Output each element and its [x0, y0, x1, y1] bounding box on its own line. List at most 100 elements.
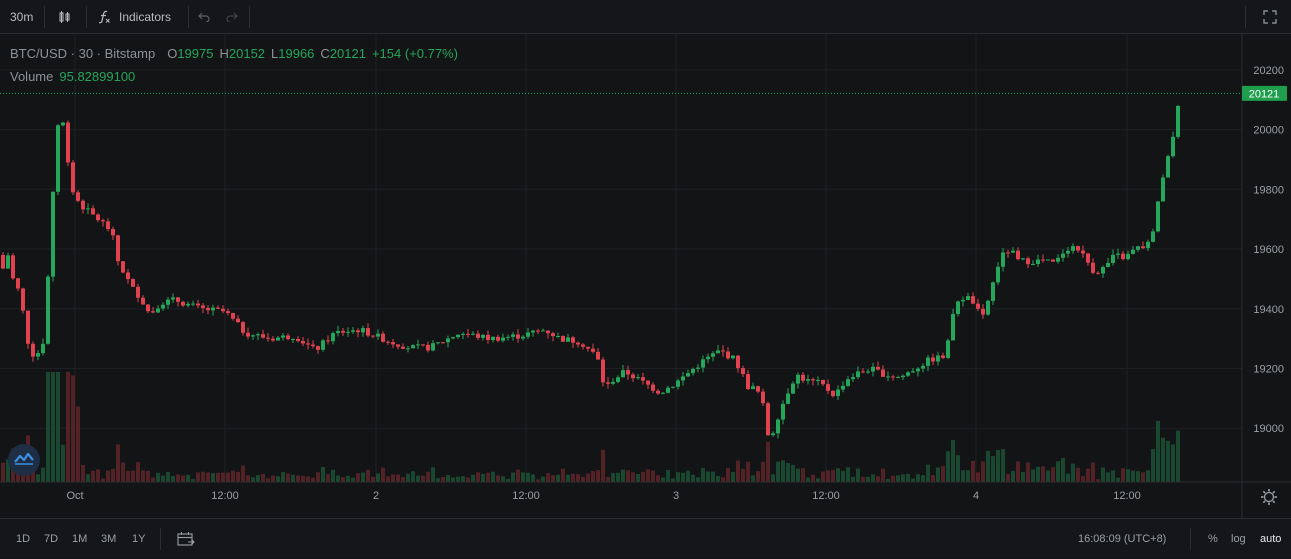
symbol-title[interactable]: BTC/USD · 30 · Bitstamp	[10, 46, 155, 61]
candle-body	[641, 377, 645, 381]
volume-bar	[476, 472, 480, 482]
candle-body	[936, 355, 940, 362]
tradingview-logo-button[interactable]	[8, 444, 40, 476]
candle-body	[876, 366, 880, 370]
candle-body	[386, 341, 390, 343]
range-1y-button[interactable]: 1Y	[132, 519, 145, 559]
candle-body	[671, 386, 675, 388]
volume-bar	[326, 474, 330, 482]
candle-body	[751, 386, 755, 390]
candle-body	[696, 367, 700, 369]
price-axis: 20200 20000 19800 19600 19400 19200 19000	[1253, 65, 1284, 435]
volume-bar	[516, 469, 520, 482]
range-7d-button[interactable]: 7D	[44, 519, 58, 559]
volume-bar	[451, 477, 455, 482]
candle-body	[181, 301, 185, 306]
candle-body	[811, 379, 815, 381]
clock-button[interactable]: 16:08:09 (UTC+8)	[1078, 519, 1166, 559]
volume-bar	[656, 475, 660, 482]
volume-bar	[161, 475, 165, 482]
volume-bar	[531, 474, 535, 482]
chart-type-button[interactable]	[58, 0, 72, 34]
volume-bar	[576, 474, 580, 482]
candle-body	[736, 355, 740, 369]
volume-label[interactable]: Volume	[10, 69, 53, 84]
candle-body	[881, 369, 885, 377]
candle-body	[406, 348, 410, 350]
candle-body	[31, 343, 35, 357]
candle-body	[526, 332, 530, 337]
volume-bar	[101, 478, 105, 482]
volume-bar	[401, 477, 405, 482]
range-3m-button[interactable]: 3M	[101, 519, 116, 559]
volume-bar	[91, 470, 95, 482]
volume-bar	[901, 474, 905, 482]
volume-bar	[751, 475, 755, 482]
candle-body	[471, 333, 475, 335]
candle-body	[891, 376, 895, 378]
candle-body	[126, 272, 130, 280]
range-1m-button[interactable]: 1M	[72, 519, 87, 559]
candle-body	[431, 343, 435, 351]
volume-bar	[296, 475, 300, 482]
candle-body	[791, 383, 795, 394]
candle-body	[1046, 259, 1050, 261]
interval-button[interactable]: 30m	[10, 0, 33, 34]
volume-bar	[176, 474, 180, 482]
volume-bar	[1081, 476, 1085, 482]
percent-label: %	[1208, 533, 1218, 545]
range-1d-button[interactable]: 1D	[16, 519, 30, 559]
time-tick-label: 4	[973, 490, 979, 502]
date-range-button[interactable]	[177, 519, 195, 559]
volume-bar	[631, 472, 635, 482]
last-price-label: 20121	[1249, 88, 1280, 100]
candle-body	[861, 371, 865, 373]
candle-body	[96, 214, 100, 221]
volume-bar	[806, 477, 810, 482]
volume-bar	[216, 472, 220, 482]
volume-bar	[281, 472, 285, 482]
volume-bar	[446, 474, 450, 482]
redo-button[interactable]	[226, 0, 238, 34]
toolbar-divider	[86, 6, 87, 28]
high-value: 20152	[228, 46, 266, 61]
candle-body	[71, 162, 75, 193]
candle-body	[841, 385, 845, 390]
volume-bar	[1176, 430, 1180, 482]
volume-bar	[291, 474, 295, 482]
candle-body	[941, 355, 945, 358]
volume-bar	[56, 372, 60, 482]
low-value: 19966	[278, 46, 315, 61]
volume-bar	[1001, 449, 1005, 482]
candle-body	[36, 353, 40, 357]
volume-bar	[301, 475, 305, 482]
price-chart[interactable]: 20200 20000 19800 19600 19400 19200 19000 Oct 1…	[0, 34, 1291, 518]
candle-body	[326, 340, 330, 342]
undo-button[interactable]	[198, 0, 210, 34]
candle-body	[456, 334, 460, 338]
log-scale-button[interactable]: log	[1231, 519, 1246, 559]
indicators-button[interactable]: Indicators	[98, 0, 171, 34]
volume-bar	[211, 473, 215, 482]
percent-scale-button[interactable]: %	[1208, 519, 1218, 559]
candle-body	[1011, 250, 1015, 253]
price-tick-label: 19600	[1253, 244, 1284, 256]
volume-bar	[236, 471, 240, 482]
candle-body	[576, 342, 580, 345]
candle-body	[821, 379, 825, 385]
volume-bars	[1, 372, 1180, 482]
volume-bar	[596, 470, 600, 482]
candle-body	[421, 344, 425, 346]
fullscreen-button[interactable]	[1263, 0, 1277, 34]
auto-scale-button[interactable]: auto	[1260, 519, 1281, 559]
volume-bar	[1136, 471, 1140, 482]
volume-bar	[521, 472, 525, 482]
volume-bar	[346, 475, 350, 482]
volume-bar	[1031, 469, 1035, 482]
close-value: 20121	[329, 46, 366, 61]
candle-body	[136, 286, 140, 298]
candle-body	[636, 377, 640, 379]
candle-body	[886, 376, 890, 378]
candle-body	[176, 297, 180, 302]
candle-body	[76, 192, 80, 201]
